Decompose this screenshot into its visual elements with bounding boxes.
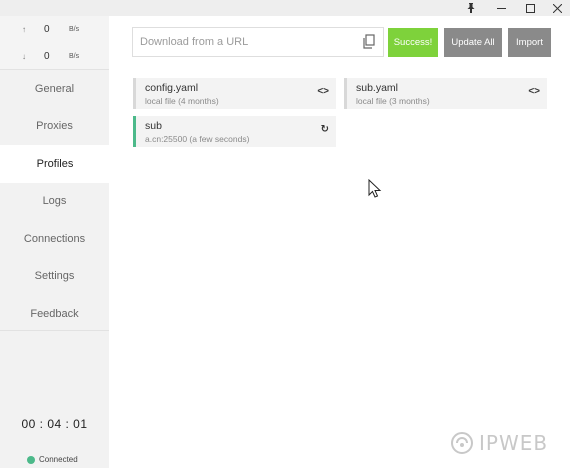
connection-status: Connected (27, 455, 78, 464)
upload-value: 0 (44, 24, 50, 35)
upload-unit: B/s (69, 26, 80, 33)
profile-meta: local file (3 months) (356, 96, 430, 106)
sidebar-item-feedback[interactable]: Feedback (0, 295, 109, 333)
sidebar-item-proxies[interactable]: Proxies (0, 108, 109, 146)
edit-code-icon[interactable]: <> (528, 86, 540, 97)
refresh-icon[interactable]: ↻ (321, 124, 329, 135)
download-speed: ↓ 0 B/s (0, 51, 109, 65)
success-button[interactable]: Success! (388, 28, 438, 57)
upload-arrow-icon: ↑ (22, 25, 26, 34)
maximize-icon[interactable] (516, 0, 544, 16)
watermark: IPWEB (449, 430, 548, 456)
profile-card[interactable]: config.yaml local file (4 months) <> (133, 78, 336, 109)
uptime-timer: 00 : 04 : 01 (21, 417, 88, 431)
upload-speed: ↑ 0 B/s (0, 24, 109, 38)
url-input[interactable] (132, 27, 384, 57)
watermark-logo-icon (451, 432, 473, 454)
profile-card[interactable]: sub.yaml local file (3 months) <> (344, 78, 547, 109)
connection-status-label: Connected (39, 455, 78, 464)
download-arrow-icon: ↓ (22, 52, 26, 61)
paste-icon[interactable] (362, 34, 376, 50)
edit-code-icon[interactable]: <> (317, 86, 329, 97)
minimize-icon[interactable] (487, 0, 515, 16)
sidebar-item-settings[interactable]: Settings (0, 258, 109, 296)
sidebar-item-general[interactable]: General (0, 70, 109, 108)
sidebar-item-profiles[interactable]: Profiles (0, 145, 110, 183)
update-all-button[interactable]: Update All (444, 28, 502, 57)
sidebar-item-logs[interactable]: Logs (0, 183, 109, 221)
profile-meta: a.cn:25500 (a few seconds) (145, 134, 250, 144)
profile-name: config.yaml (145, 82, 199, 94)
close-icon[interactable] (543, 0, 570, 16)
watermark-text: IPWEB (479, 431, 549, 455)
import-button[interactable]: Import (508, 28, 551, 57)
profile-meta: local file (4 months) (145, 96, 219, 106)
sidebar: ↑ 0 B/s ↓ 0 B/s General Proxies Profiles… (0, 16, 110, 468)
download-value: 0 (44, 51, 50, 62)
pin-icon[interactable] (457, 0, 485, 16)
mouse-cursor-icon (368, 179, 382, 198)
profile-name: sub (145, 120, 162, 132)
sidebar-nav: General Proxies Profiles Logs Connection… (0, 70, 110, 333)
title-bar (0, 0, 570, 16)
traffic-panel: ↑ 0 B/s ↓ 0 B/s (0, 16, 109, 70)
download-unit: B/s (69, 53, 80, 60)
sidebar-item-connections[interactable]: Connections (0, 220, 109, 258)
status-dot-icon (27, 455, 35, 464)
sidebar-divider (0, 330, 109, 331)
profile-name: sub.yaml (356, 82, 399, 94)
profile-card-active[interactable]: sub a.cn:25500 (a few seconds) ↻ (133, 116, 336, 147)
